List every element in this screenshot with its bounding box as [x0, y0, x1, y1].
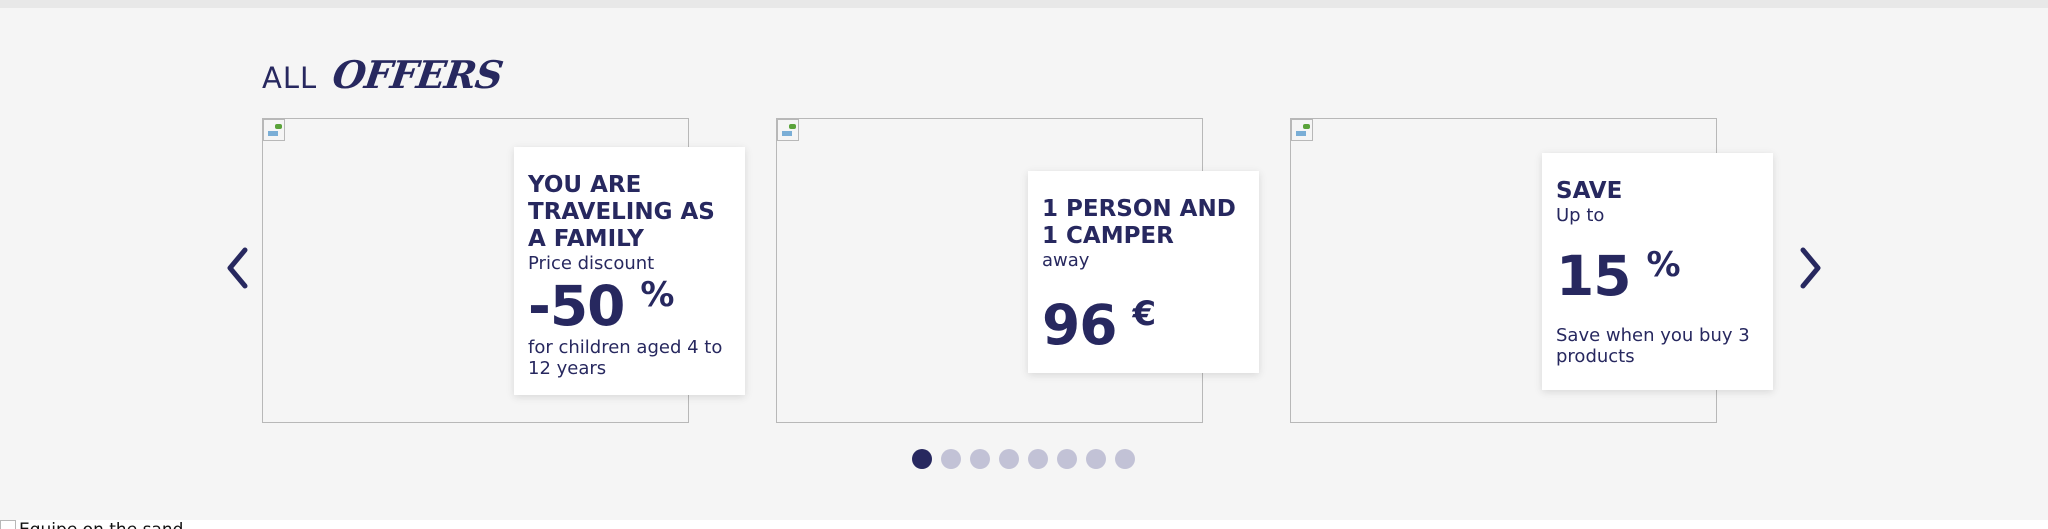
offer-title: YOU ARE TRAVELING AS A FAMILY: [528, 172, 715, 252]
offer-value: 15 %: [1556, 245, 1759, 307]
offer-note: Save when you buy 3 products: [1556, 325, 1750, 367]
offer-unit: %: [640, 275, 675, 315]
offer-card-2[interactable]: 1 PERSON AND 1 CAMPER away 96 €: [1028, 171, 1259, 373]
footer-image-alt: Equipe on the sand: [19, 520, 183, 529]
offer-subtitle: away: [1042, 250, 1090, 271]
carousel-next-button[interactable]: [1790, 238, 1830, 298]
offer-note: for children aged 4 to 12 years: [528, 337, 723, 379]
offer-card-3[interactable]: SAVE Up to 15 % Save when you buy 3 prod…: [1542, 153, 1773, 390]
broken-image-icon: [0, 520, 16, 529]
offer-number: 15: [1556, 244, 1632, 308]
offers-heading: ALL Offers: [262, 52, 506, 102]
broken-image-icon: [777, 119, 799, 141]
offer-value: -50 %: [528, 275, 731, 337]
heading-plain: ALL: [262, 61, 318, 95]
pagination-dot-5[interactable]: [1028, 449, 1048, 469]
chevron-right-icon: [1800, 247, 1821, 289]
pagination-dot-6[interactable]: [1057, 449, 1077, 469]
top-strip: [0, 0, 2048, 8]
chevron-left-icon: [227, 247, 248, 289]
pagination-dot-7[interactable]: [1086, 449, 1106, 469]
carousel-pagination: [912, 449, 1135, 469]
broken-image-icon: [1291, 119, 1313, 141]
pagination-dot-3[interactable]: [970, 449, 990, 469]
offer-number: -50: [528, 274, 625, 338]
heading-script: Offers: [329, 52, 506, 97]
pagination-dot-8[interactable]: [1115, 449, 1135, 469]
offer-title: SAVE: [1556, 178, 1623, 204]
offer-card-1[interactable]: YOU ARE TRAVELING AS A FAMILY Price disc…: [514, 147, 745, 395]
pagination-dot-2[interactable]: [941, 449, 961, 469]
footer-broken-image: Equipe on the sand: [0, 520, 183, 529]
offer-subtitle: Up to: [1556, 205, 1605, 226]
offer-title: 1 PERSON AND 1 CAMPER: [1042, 196, 1236, 249]
carousel-prev-button[interactable]: [218, 238, 258, 298]
broken-image-icon: [263, 119, 285, 141]
offer-unit: €: [1132, 294, 1157, 334]
offer-subtitle: Price discount: [528, 253, 655, 274]
offer-unit: %: [1646, 245, 1681, 285]
offer-value: 96 €: [1042, 294, 1245, 356]
pagination-dot-4[interactable]: [999, 449, 1019, 469]
pagination-dot-1[interactable]: [912, 449, 932, 469]
offer-number: 96: [1042, 293, 1118, 357]
